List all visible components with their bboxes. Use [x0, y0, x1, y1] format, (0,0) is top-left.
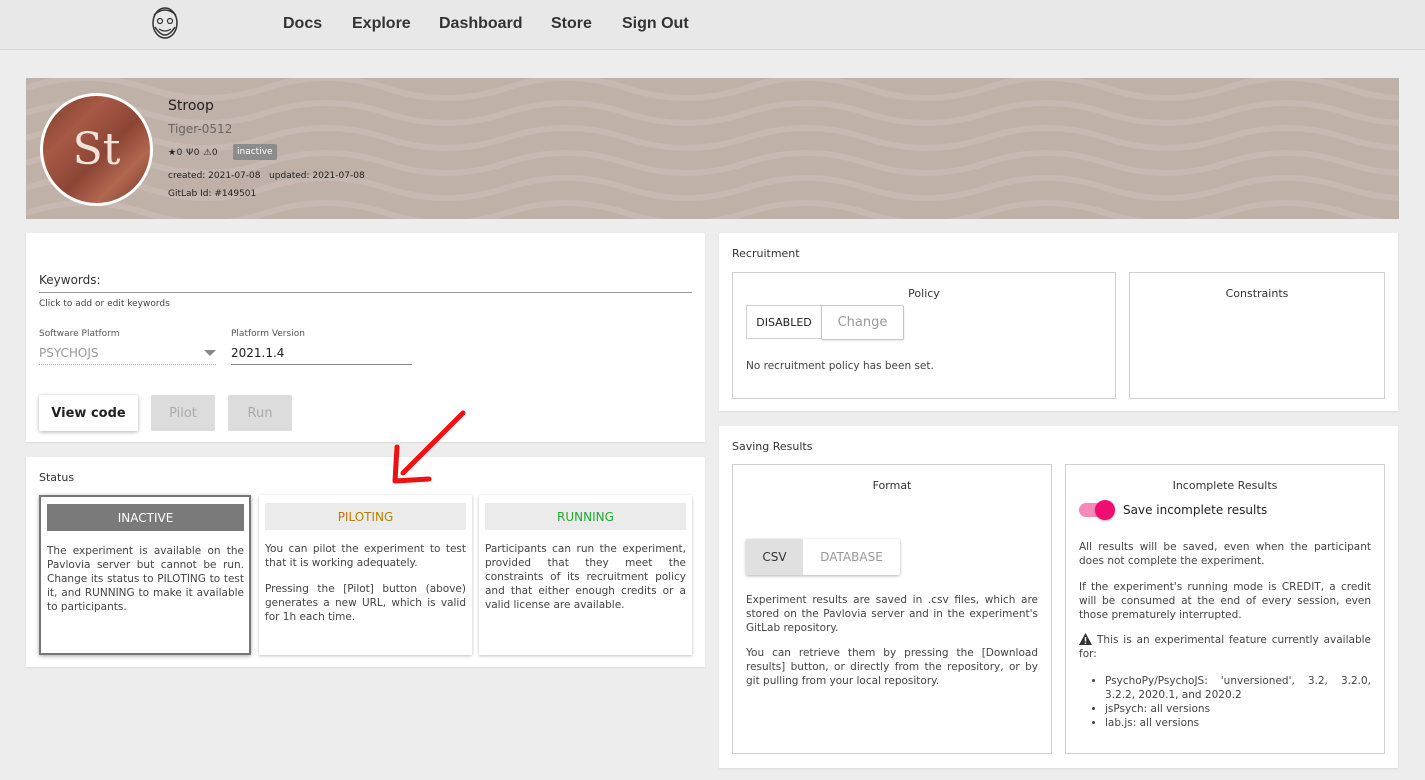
csv-button[interactable]: CSV	[746, 539, 803, 575]
change-policy-button[interactable]: Change	[821, 305, 904, 340]
policy-status: DISABLED	[746, 305, 822, 339]
inactive-text: The experiment is available on the Pavlo…	[47, 545, 244, 613]
red-arrow-icon	[392, 410, 466, 484]
platform-underline	[39, 364, 216, 365]
platform-label: Software Platform	[39, 329, 120, 339]
view-code-button[interactable]: View code	[39, 395, 138, 431]
policy-title: Policy	[908, 287, 940, 300]
chevron-down-icon[interactable]	[204, 350, 216, 356]
project-owner[interactable]: Tiger-0512	[168, 122, 232, 136]
incomplete-text-1: All results will be saved, even when the…	[1079, 541, 1371, 567]
version-underline	[231, 364, 412, 365]
nav-sign-out[interactable]: Sign Out	[622, 15, 689, 33]
list-item: lab.js: all versions	[1105, 716, 1371, 730]
toggle-knob[interactable]	[1095, 500, 1115, 520]
nav-explore[interactable]: Explore	[352, 15, 411, 33]
keywords-help: Click to add or edit keywords	[39, 299, 170, 309]
format-text-2: You can retrieve them by pressing the [D…	[746, 647, 1038, 687]
nav-dashboard[interactable]: Dashboard	[439, 15, 523, 33]
running-text: Participants can run the experiment, pro…	[485, 543, 686, 611]
piloting-label: PILOTING	[265, 503, 466, 530]
constraints-box: Constraints	[1129, 272, 1385, 399]
version-label: Platform Version	[231, 329, 305, 339]
pilot-button[interactable]: Pilot	[151, 395, 215, 431]
format-title: Format	[872, 479, 912, 492]
incomplete-text-2: If the experiment's running mode is CRED…	[1079, 581, 1371, 621]
database-button[interactable]: DATABASE	[803, 539, 900, 575]
project-stats: ★0 Ψ0 ⚠0	[168, 148, 219, 158]
toggle-label: Save incomplete results	[1123, 503, 1268, 517]
piloting-text: You can pilot the experiment to test tha…	[265, 543, 466, 569]
run-button[interactable]: Run	[228, 395, 292, 431]
keywords-label[interactable]: Keywords:	[39, 273, 101, 287]
saving-title: Saving Results	[732, 440, 813, 453]
format-text-1: Experiment results are saved in .csv fil…	[746, 594, 1038, 634]
nav-docs[interactable]: Docs	[283, 15, 322, 33]
keywords-underline	[39, 292, 692, 293]
piloting-text-2: Pressing the [Pilot] button (above) gene…	[265, 583, 466, 623]
versions-list: PsychoPy/PsychoJS: 'unversioned', 3.2, 3…	[1105, 674, 1371, 730]
gitlab-id: GitLab Id: #149501	[168, 189, 257, 199]
list-item: PsychoPy/PsychoJS: 'unversioned', 3.2, 3…	[1105, 674, 1371, 702]
policy-note: No recruitment policy has been set.	[746, 360, 934, 372]
project-title: Stroop	[168, 98, 214, 114]
project-avatar: St	[40, 93, 153, 206]
warning-text: This is an experimental feature currentl…	[1079, 634, 1371, 660]
bearded-face-logo-icon[interactable]	[148, 5, 182, 43]
version-input[interactable]: 2021.1.4	[231, 346, 284, 360]
incomplete-title: Incomplete Results	[1172, 479, 1278, 492]
project-dates: created: 2021-07-08 updated: 2021-07-08	[168, 171, 365, 181]
list-item: jsPsych: all versions	[1105, 702, 1371, 716]
nav-store[interactable]: Store	[551, 15, 592, 33]
inactive-label: INACTIVE	[47, 504, 244, 531]
recruitment-title: Recruitment	[732, 247, 800, 260]
constraints-title: Constraints	[1225, 287, 1289, 300]
status-badge: inactive	[233, 144, 277, 160]
status-title: Status	[39, 471, 75, 484]
platform-select[interactable]: PSYCHOJS	[39, 346, 99, 360]
top-nav: Docs Explore Dashboard Store Sign Out	[0, 0, 1425, 50]
running-label: RUNNING	[485, 503, 686, 530]
